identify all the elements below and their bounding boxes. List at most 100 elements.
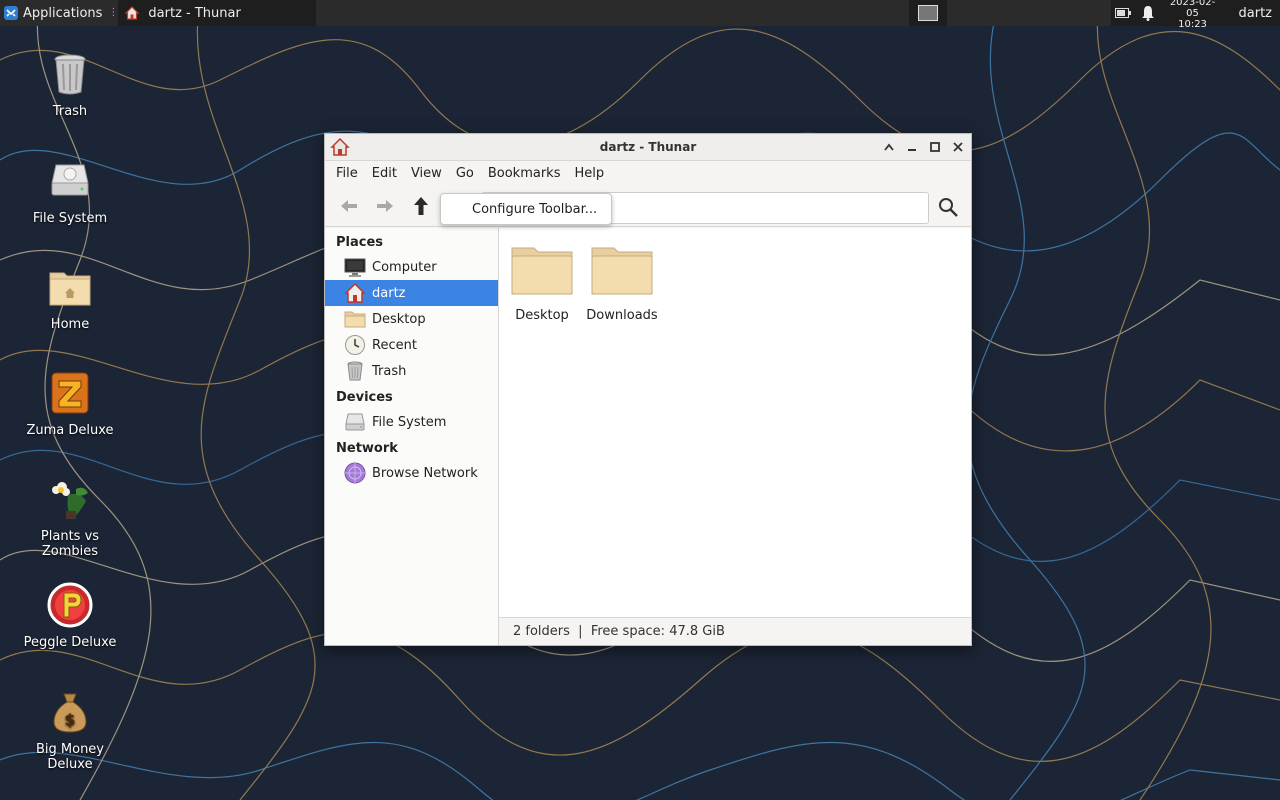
devices-header: Devices bbox=[336, 390, 393, 405]
drive-icon bbox=[345, 413, 365, 431]
home-folder-icon bbox=[49, 272, 91, 306]
plants-icon bbox=[52, 482, 88, 519]
sidebar-item-label: Browse Network bbox=[372, 465, 478, 481]
window-titlebar[interactable]: dartz - Thunar bbox=[325, 134, 971, 161]
top-panel: Applications ⋮ dartz - Thunar 2023-02-05… bbox=[0, 0, 1280, 30]
applications-label: Applications bbox=[23, 5, 103, 21]
file-view[interactable]: Desktop Downloads 2 folders | Free space… bbox=[499, 228, 971, 645]
desktop-icon-label: Peggle Deluxe bbox=[23, 635, 117, 650]
maximize-icon bbox=[929, 142, 940, 152]
shade-button[interactable] bbox=[879, 138, 898, 157]
desktop-icon-file-system[interactable]: File System bbox=[20, 157, 120, 226]
close-button[interactable] bbox=[948, 138, 967, 157]
clock-date: 2023-02-05 bbox=[1169, 0, 1216, 19]
money-bag-icon: $ bbox=[53, 693, 87, 733]
desktop-icon-big-money-deluxe[interactable]: $ Big Money Deluxe bbox=[20, 688, 120, 772]
desktop-icon-label: File System bbox=[32, 211, 108, 226]
clock-time: 10:23 bbox=[1178, 18, 1207, 30]
clock[interactable]: 2023-02-05 10:23 bbox=[1165, 0, 1221, 30]
zuma-icon bbox=[51, 372, 89, 414]
desktop-icon-label: Big Money Deluxe bbox=[35, 742, 104, 772]
menu-go[interactable]: Go bbox=[449, 166, 481, 181]
sidebar-item-label: Trash bbox=[372, 363, 407, 379]
notification-bell-icon[interactable] bbox=[1141, 5, 1155, 21]
svg-text:$: $ bbox=[64, 710, 75, 729]
desktop-icon-trash[interactable]: Trash bbox=[20, 50, 120, 119]
sidebar-item-file-system[interactable]: File System bbox=[325, 409, 498, 435]
folder-item-downloads[interactable]: Downloads bbox=[582, 242, 662, 323]
sidebar-item-desktop[interactable]: Desktop bbox=[325, 306, 498, 332]
search-icon[interactable] bbox=[937, 196, 959, 218]
menubar: File Edit View Go Bookmarks Help bbox=[325, 161, 971, 185]
sidebar-item-dartz[interactable]: dartz bbox=[325, 280, 498, 306]
arrow-left-icon bbox=[341, 199, 357, 212]
desktop-icon-plants-vs-zombies[interactable]: Plants vs Zombies bbox=[20, 475, 120, 559]
workspace-switcher[interactable] bbox=[908, 0, 947, 26]
sidebar-item-browse-network[interactable]: Browse Network bbox=[325, 460, 498, 486]
system-tray: 2023-02-05 10:23 dartz bbox=[1110, 0, 1280, 30]
sidebar-item-recent[interactable]: Recent bbox=[325, 332, 498, 358]
close-icon bbox=[952, 142, 963, 152]
home-icon bbox=[344, 282, 366, 303]
window-content: Places Computer dartz Desktop Recent Tra… bbox=[325, 228, 971, 645]
menu-edit[interactable]: Edit bbox=[365, 166, 404, 181]
battery-icon[interactable] bbox=[1114, 7, 1131, 19]
side-pane: Places Computer dartz Desktop Recent Tra… bbox=[325, 228, 499, 645]
arrow-up-icon bbox=[414, 196, 428, 215]
back-button[interactable] bbox=[331, 191, 367, 221]
sidebar-item-computer[interactable]: Computer bbox=[325, 254, 498, 280]
statusbar: 2 folders | Free space: 47.8 GiB bbox=[499, 617, 971, 645]
sidebar-item-trash[interactable]: Trash bbox=[325, 358, 498, 384]
desktop-icon-label: Trash bbox=[52, 104, 88, 119]
window-title: dartz - Thunar bbox=[599, 140, 697, 154]
arrow-right-icon bbox=[377, 199, 393, 212]
configure-toolbar-menu-item[interactable]: Configure Toolbar... bbox=[440, 193, 612, 225]
thunar-window: dartz - Thunar File Edit View Go Bookmar… bbox=[324, 133, 972, 646]
desktop-icon-home[interactable]: Home bbox=[20, 263, 120, 332]
sidebar-item-label: dartz bbox=[372, 285, 406, 301]
folder-item-desktop[interactable]: Desktop bbox=[502, 242, 582, 323]
trash-icon bbox=[54, 54, 86, 95]
folder-label: Downloads bbox=[586, 308, 658, 323]
network-icon bbox=[344, 462, 366, 484]
forward-button[interactable] bbox=[367, 191, 403, 221]
clock-icon bbox=[345, 335, 365, 355]
menu-file[interactable]: File bbox=[329, 166, 365, 181]
taskbar-window-thunar[interactable]: dartz - Thunar bbox=[118, 0, 317, 26]
folder-icon bbox=[591, 247, 653, 295]
menu-help[interactable]: Help bbox=[567, 166, 611, 181]
desktop-icon-label: Plants vs Zombies bbox=[40, 529, 100, 559]
drive-icon bbox=[51, 164, 89, 196]
status-text: 2 folders | Free space: 47.8 GiB bbox=[513, 624, 725, 639]
xfce-logo-icon bbox=[4, 6, 18, 20]
trash-icon bbox=[347, 361, 363, 381]
sidebar-item-label: Computer bbox=[372, 259, 437, 275]
menu-bookmarks[interactable]: Bookmarks bbox=[481, 166, 568, 181]
folder-icon bbox=[344, 311, 366, 328]
task-title: dartz - Thunar bbox=[148, 5, 241, 21]
user-menu[interactable]: dartz bbox=[1231, 6, 1276, 21]
network-header: Network bbox=[336, 441, 398, 456]
home-icon bbox=[124, 6, 140, 20]
toolbar bbox=[325, 185, 971, 227]
places-header: Places bbox=[336, 235, 384, 250]
sidebar-item-label: File System bbox=[372, 414, 447, 430]
context-popup-label: Configure Toolbar... bbox=[472, 201, 598, 217]
sidebar-item-label: Recent bbox=[372, 337, 417, 353]
desktop-icon-peggle-deluxe[interactable]: Peggle Deluxe bbox=[20, 581, 120, 650]
applications-menu-button[interactable]: Applications bbox=[0, 0, 108, 26]
desktop-icon-zuma-deluxe[interactable]: Zuma Deluxe bbox=[20, 369, 120, 438]
window-controls bbox=[879, 138, 971, 157]
minimize-button[interactable] bbox=[902, 138, 921, 157]
workspace-1[interactable] bbox=[917, 5, 938, 21]
menu-view[interactable]: View bbox=[404, 166, 449, 181]
folder-label: Desktop bbox=[515, 308, 569, 323]
up-button[interactable] bbox=[403, 191, 439, 221]
desktop-icon-label: Home bbox=[50, 317, 90, 332]
minimize-icon bbox=[907, 149, 916, 151]
panel-separator: ⋮ bbox=[108, 7, 119, 18]
maximize-button[interactable] bbox=[925, 138, 944, 157]
sidebar-item-label: Desktop bbox=[372, 311, 426, 327]
home-icon bbox=[330, 137, 350, 156]
peggle-icon bbox=[47, 582, 93, 628]
